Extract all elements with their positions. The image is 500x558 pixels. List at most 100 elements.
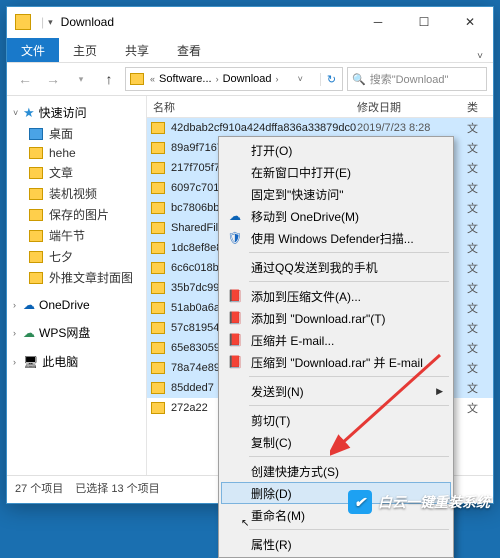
breadcrumb-seg-2[interactable]: Download [221,73,274,85]
breadcrumb-seg-1[interactable]: Software... [157,73,214,85]
ribbon-tab-home[interactable]: 主页 [59,38,111,62]
sidebar-item-hehe[interactable]: hehe [7,144,146,162]
nav-up-button[interactable]: ↑ [97,67,121,91]
file-row[interactable]: 42dbab2cf910a424dffa836a33879dc0 2019/7/… [147,118,493,138]
file-type: 文 [467,140,493,156]
sidebar-wps[interactable]: › ☁ WPS网盘 [7,322,146,343]
column-header-name[interactable]: 名称 [147,99,357,115]
nav-back-button[interactable]: ← [13,67,37,91]
ctx-move-onedrive[interactable]: ☁移动到 OneDrive(M) [221,205,451,227]
chevron-down-icon[interactable]: ˅ [13,108,23,118]
ctx-label: 固定到"快速访问" [251,186,344,203]
ctx-defender-scan[interactable]: 🛡使用 Windows Defender扫描... [221,227,451,249]
sidebar-this-pc[interactable]: › 🖥 此电脑 [7,351,146,372]
column-headers: 名称 修改日期 类 [147,96,493,118]
ctx-label: 打开(O) [251,142,292,159]
ctx-cut[interactable]: 剪切(T) [221,409,451,431]
folder-icon [15,14,31,30]
ctx-pin-quick-access[interactable]: 固定到"快速访问" [221,183,451,205]
ctx-send-to[interactable]: 发送到(N)▶ [221,380,451,402]
breadcrumb[interactable]: « Software... › Download › ˅ ↻ [125,67,343,91]
address-dropdown-icon[interactable]: ˅ [296,74,305,84]
ctx-qq-send[interactable]: 通过QQ发送到我的手机 [221,256,451,278]
qat-dropdown-icon[interactable]: ▾ [48,17,53,28]
menu-separator [249,456,449,457]
chevron-right-icon[interactable]: › [13,300,23,310]
chevron-right-icon[interactable]: › [274,74,281,84]
sidebar-item-label: 桌面 [49,125,73,142]
file-type: 文 [467,220,493,236]
sidebar-item-duanwu[interactable]: 端午节 [7,225,146,246]
sidebar-item-covers[interactable]: 外推文章封面图 [7,267,146,288]
sidebar-item-saved-pics[interactable]: 保存的图片 [7,204,146,225]
ctx-properties[interactable]: 属性(R) [221,533,451,555]
ribbon-tab-view[interactable]: 查看 [163,38,215,62]
sidebar-item-desktop[interactable]: 桌面 [7,123,146,144]
refresh-button[interactable]: ↻ [320,73,342,86]
sidebar-label: 此电脑 [42,353,78,370]
pc-icon: 🖥 [23,355,38,369]
folder-icon [151,362,165,374]
folder-icon [29,188,43,200]
file-type: 文 [467,380,493,396]
sidebar-item-qixi[interactable]: 七夕 [7,246,146,267]
minimize-button[interactable]: ─ [355,7,401,37]
file-type: 文 [467,360,493,376]
file-name: 42dbab2cf910a424dffa836a33879dc0 [171,122,357,134]
folder-icon [151,162,165,174]
window-title: Download [61,15,114,29]
ctx-add-rar[interactable]: 📕添加到 "Download.rar"(T) [221,307,451,329]
ribbon-tab-share[interactable]: 共享 [111,38,163,62]
sidebar-quick-access[interactable]: ˅ ★ 快速访问 [7,102,146,123]
sidebar-item-label: 七夕 [49,248,73,265]
ctx-label: 剪切(T) [251,412,290,429]
menu-separator [249,405,449,406]
chevron-right-icon[interactable]: › [214,74,221,84]
ctx-label: 压缩并 E-mail... [251,332,334,349]
ctx-label: 压缩到 "Download.rar" 并 E-mail [251,354,423,371]
chevron-right-icon[interactable]: « [148,74,157,84]
folder-icon [151,142,165,154]
sidebar-item-label: 文章 [49,164,73,181]
chevron-right-icon[interactable]: › [13,328,23,338]
ctx-open[interactable]: 打开(O) [221,139,451,161]
status-item-count: 27 个项目 [15,480,63,496]
close-button[interactable]: ✕ [447,7,493,37]
menu-separator [249,252,449,253]
column-header-date[interactable]: 修改日期 [357,99,467,115]
folder-icon [151,402,165,414]
sidebar-item-articles[interactable]: 文章 [7,162,146,183]
ctx-compress-rar-email[interactable]: 📕压缩到 "Download.rar" 并 E-mail [221,351,451,373]
ctx-add-archive[interactable]: 📕添加到压缩文件(A)... [221,285,451,307]
ctx-open-new-window[interactable]: 在新窗口中打开(E) [221,161,451,183]
ribbon-file-tab[interactable]: 文件 [7,38,59,62]
star-icon: ★ [23,105,35,121]
ctx-create-shortcut[interactable]: 创建快捷方式(S) [221,460,451,482]
maximize-button[interactable]: ☐ [401,7,447,37]
sidebar-label: OneDrive [39,298,90,312]
ribbon-expand-icon[interactable]: ˅ [467,51,493,62]
column-header-type[interactable]: 类 [467,99,493,115]
ctx-label: 在新窗口中打开(E) [251,164,351,181]
ctx-compress-email[interactable]: 📕压缩并 E-mail... [221,329,451,351]
cloud-icon: ☁ [227,208,243,224]
folder-icon [29,251,43,263]
sidebar-onedrive[interactable]: › ☁ OneDrive [7,296,146,314]
search-input[interactable]: 🔍 搜索"Download" [347,67,487,91]
ctx-copy[interactable]: 复制(C) [221,431,451,453]
sidebar-item-video[interactable]: 装机视频 [7,183,146,204]
folder-icon [151,182,165,194]
file-type: 文 [467,400,493,416]
file-date: 2019/7/23 8:28 [357,122,467,134]
qat-sep: | [41,15,44,29]
menu-separator [249,529,449,530]
nav-history-icon[interactable]: ▾ [69,67,93,91]
nav-forward-button: → [41,67,65,91]
chevron-right-icon[interactable]: › [13,357,23,367]
sidebar-item-label: 保存的图片 [49,206,109,223]
file-type: 文 [467,200,493,216]
sidebar-item-label: 端午节 [49,227,85,244]
watermark-text: 白云一键重装系统 [378,492,490,512]
sidebar-label: WPS网盘 [39,324,90,341]
file-type: 文 [467,180,493,196]
